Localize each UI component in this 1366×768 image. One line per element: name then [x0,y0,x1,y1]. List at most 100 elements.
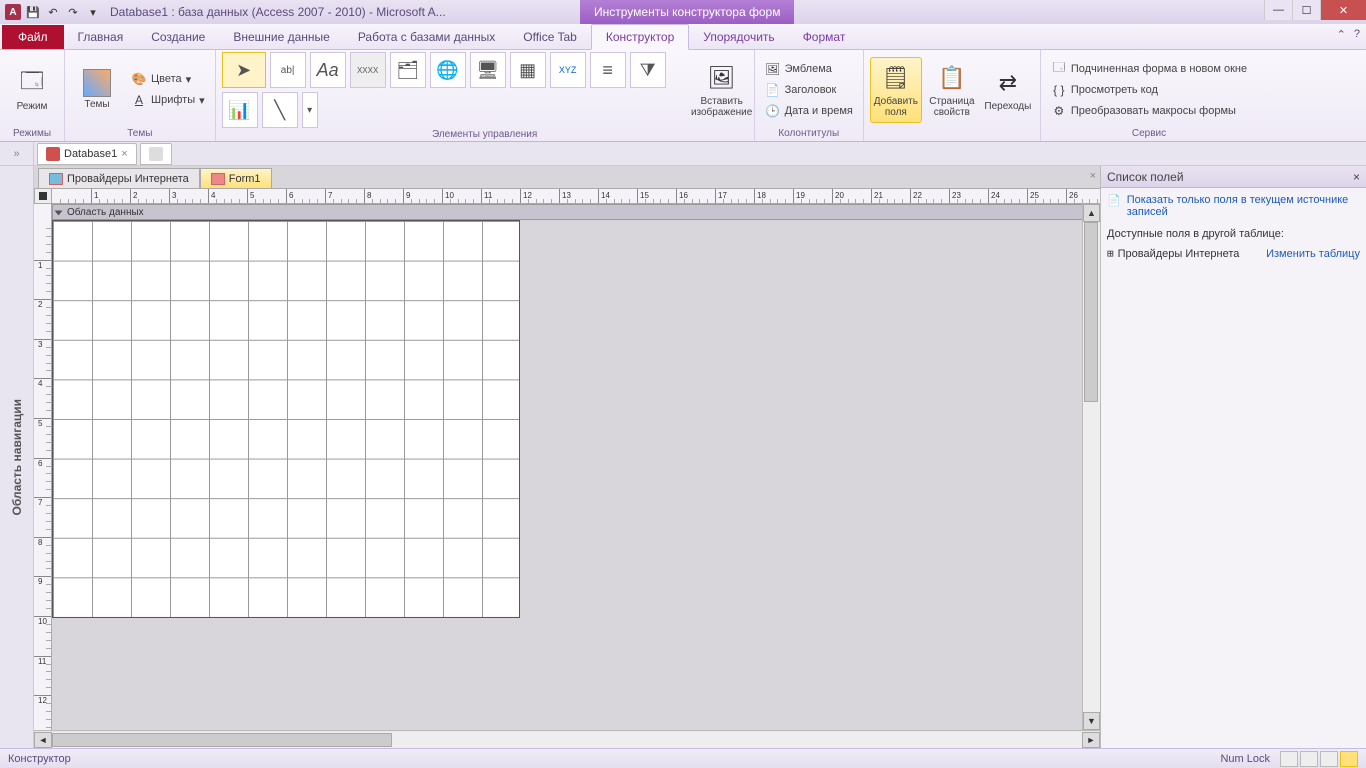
select-tool[interactable]: ➤ [222,52,266,88]
title-button[interactable]: 📄Заголовок [761,80,857,100]
pane-close-icon[interactable]: × [1353,170,1360,184]
tab-dbtools[interactable]: Работа с базами данных [344,25,509,49]
save-icon[interactable]: 💾 [24,3,42,21]
table-tab[interactable]: Провайдеры Интернета [38,168,200,188]
scroll-thumb-h[interactable] [52,733,392,747]
app-icon: A [4,3,22,21]
edit-table-link[interactable]: Изменить таблицу [1266,248,1360,260]
vertical-scrollbar[interactable]: ▲ ▼ [1082,204,1100,730]
object-tabs: Провайдеры Интернета Form1 × [34,166,1100,188]
datetime-button[interactable]: 🕒Дата и время [761,101,857,121]
colors-button[interactable]: 🎨Цвета ▾ [127,69,209,89]
view-button[interactable]: 🗔 Режим [6,57,58,123]
themes-button[interactable]: Темы [71,57,123,123]
tab-create[interactable]: Создание [137,25,219,49]
navigation-pane-collapsed[interactable]: Область навигации [0,166,34,748]
show-current-fields-link[interactable]: 📄 Показать только поля в текущем источни… [1101,188,1366,224]
form-canvas[interactable]: Область данных [52,204,1100,730]
ribbon-collapse-icon[interactable]: ⌃ [1337,28,1346,41]
form-selector[interactable] [34,188,52,204]
close-button[interactable]: ✕ [1320,0,1366,20]
tab-arrange[interactable]: Упорядочить [689,25,788,49]
group-controls: ➤ ab| Aa XXXX 🗂 🌐 🖥 ▦ XYZ ≡ ⧩ 📊 ╲ ▾ 🖼 Вс… [216,50,755,141]
insert-image-button[interactable]: 🖼 Вставить изображение [696,57,748,123]
minimize-button[interactable]: — [1264,0,1292,20]
layout-view-button[interactable] [1320,751,1338,767]
add-fields-button[interactable]: 🗒 Добавить поля [870,57,922,123]
label-tool[interactable]: Aa [310,52,346,88]
form-view-button[interactable] [1280,751,1298,767]
datasheet-view-button[interactable] [1300,751,1318,767]
property-sheet-button[interactable]: 📋 Страница свойств [926,57,978,123]
form-tab[interactable]: Form1 [200,168,272,188]
horizontal-scrollbar[interactable]: ◄ ► [34,730,1100,748]
optiongroup-tool[interactable]: XYZ [550,52,586,88]
redo-icon[interactable]: ↷ [64,3,82,21]
combobox-tool[interactable]: ⧩ [630,52,666,88]
group-tools: 🗒 Добавить поля 📋 Страница свойств ⇄ Пер… [864,50,1041,141]
controls-more[interactable]: ▾ [302,92,318,128]
scroll-down-icon[interactable]: ▼ [1083,712,1100,730]
pane-header: Список полей × [1101,166,1366,188]
logo-button[interactable]: 🖼Эмблема [761,59,857,79]
scroll-up-icon[interactable]: ▲ [1083,204,1100,222]
navigation-tool[interactable]: ▦ [510,52,546,88]
tab-order-icon: ⇄ [992,67,1024,99]
chart-tool[interactable]: 📊 [222,92,258,128]
main-area: Область навигации Провайдеры Интернета F… [0,166,1366,748]
datetime-icon: 🕒 [765,103,781,119]
window-title: Database1 : база данных (Access 2007 - 2… [110,5,446,19]
fonts-icon: A [131,92,147,108]
view-switcher [1280,751,1358,767]
code-icon: { } [1051,82,1067,98]
file-tab[interactable]: Файл [2,25,64,49]
webbrowser-tool[interactable]: 🖥 [470,52,506,88]
fonts-button[interactable]: AШрифты ▾ [127,90,209,110]
tab-control-tool[interactable]: 🗂 [390,52,426,88]
detail-section-header[interactable]: Область данных [52,204,1100,220]
blank-doc-icon [149,147,163,161]
window-controls: — ☐ ✕ [1264,0,1366,20]
qat-dropdown-icon[interactable]: ▾ [84,3,102,21]
property-sheet-icon: 📋 [936,62,968,94]
horizontal-ruler[interactable]: 1234567891011121314151617181920212223242… [52,188,1100,204]
expand-icon[interactable]: ⊞ [1107,247,1114,260]
convert-macros-button[interactable]: ⚙Преобразовать макросы формы [1047,101,1251,121]
title-icon: 📄 [765,82,781,98]
pagebreak-tool[interactable]: ≡ [590,52,626,88]
logo-icon: 🖼 [765,61,781,77]
textbox-tool[interactable]: ab| [270,52,306,88]
help-icon[interactable]: ? [1354,28,1360,41]
ribbon: 🗔 Режим Режимы Темы 🎨Цвета ▾ AШрифты ▾ Т… [0,50,1366,142]
view-code-button[interactable]: { }Просмотреть код [1047,80,1251,100]
form-detail-grid[interactable] [52,220,520,618]
status-bar: Конструктор Num Lock [0,748,1366,768]
field-table-item[interactable]: ⊞Провайдеры Интернета Изменить таблицу [1101,244,1366,263]
scroll-thumb-v[interactable] [1084,222,1098,402]
vertical-ruler[interactable]: 12345678910111213 [34,204,52,730]
scroll-right-icon[interactable]: ► [1082,732,1100,748]
tab-close-icon[interactable]: × [1090,170,1096,182]
tab-external[interactable]: Внешние данные [219,25,344,49]
scroll-left-icon[interactable]: ◄ [34,732,52,748]
tab-format[interactable]: Формат [789,25,860,49]
tab-home[interactable]: Главная [64,25,138,49]
status-mode: Конструктор [8,753,71,765]
line-tool[interactable]: ╲ [262,92,298,128]
subform-button[interactable]: 🗔Подчиненная форма в новом окне [1047,59,1251,79]
hyperlink-tool[interactable]: 🌐 [430,52,466,88]
tab-design[interactable]: Конструктор [591,24,689,50]
numlock-indicator: Num Lock [1220,753,1270,765]
doc-tab-close-icon[interactable]: × [121,148,127,160]
tab-order-button[interactable]: ⇄ Переходы [982,57,1034,123]
image-icon: 🖼 [706,62,738,94]
nav-pane-toggle[interactable]: » [0,142,34,166]
undo-icon[interactable]: ↶ [44,3,62,21]
database-doc-tab[interactable]: Database1 × [37,143,137,165]
button-tool[interactable]: XXXX [350,52,386,88]
design-view-button[interactable] [1340,751,1358,767]
tab-office[interactable]: Office Tab [509,25,591,49]
group-themes: Темы 🎨Цвета ▾ AШрифты ▾ Темы [65,50,216,141]
maximize-button[interactable]: ☐ [1292,0,1320,20]
new-doc-tab[interactable] [140,143,172,165]
